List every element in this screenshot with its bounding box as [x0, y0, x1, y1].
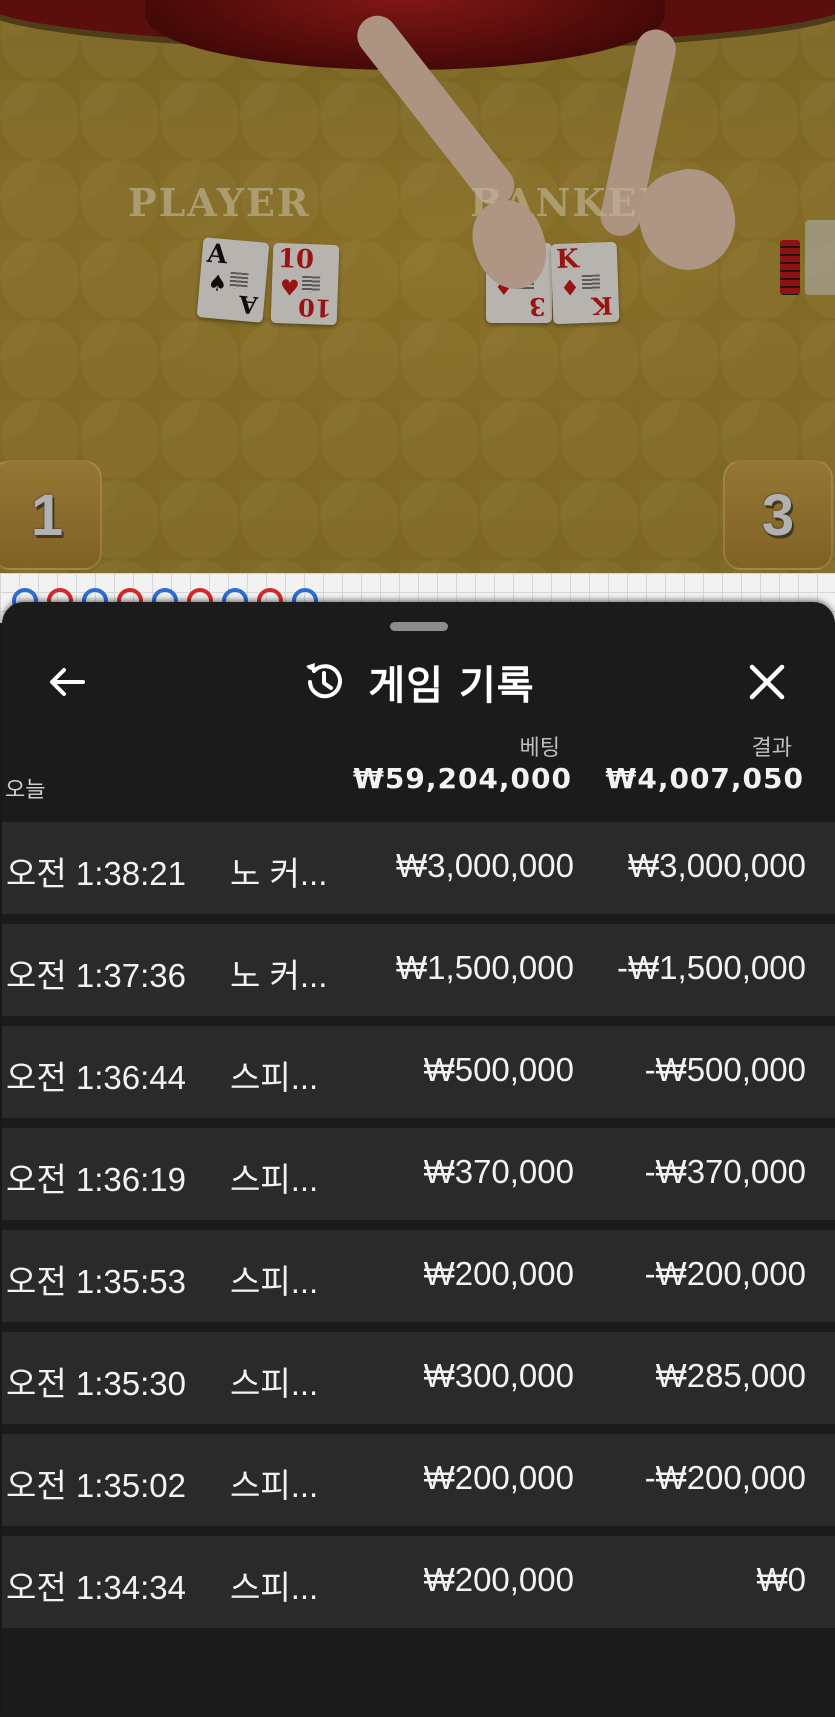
row-result: -₩200,000	[644, 1459, 806, 1496]
banker-card-2: K ♦ K	[550, 241, 620, 325]
row-time: 오전 1:35:30	[6, 1365, 186, 1402]
row-result: -₩200,000	[644, 1255, 806, 1292]
row-game: 스피...	[230, 1569, 319, 1606]
history-row[interactable]: 오전 1:34:34 스피... ₩200,000 ₩0	[2, 1536, 835, 1628]
row-time: 오전 1:38:21	[6, 855, 186, 892]
today-label: 오늘	[5, 778, 46, 803]
today-total-bet: ₩59,204,000	[352, 762, 572, 795]
row-time: 오전 1:35:02	[6, 1467, 186, 1504]
row-game: 스피...	[230, 1263, 319, 1300]
row-game: 스피...	[230, 1365, 319, 1402]
history-clock-icon	[306, 663, 343, 699]
row-time: 오전 1:37:36	[6, 957, 186, 994]
panel-title: 게임 기록	[368, 663, 535, 709]
row-bet: ₩200,000	[423, 1255, 574, 1292]
row-game: 스피...	[230, 1467, 319, 1504]
row-time: 오전 1:35:53	[6, 1263, 186, 1300]
row-time: 오전 1:36:19	[6, 1161, 186, 1198]
history-row[interactable]: 오전 1:35:53 스피... ₩200,000 -₩200,000	[2, 1230, 835, 1322]
seat-number-right: 3	[723, 460, 833, 570]
row-game: 스피...	[230, 1161, 319, 1198]
history-row[interactable]: 오전 1:35:02 스피... ₩200,000 -₩200,000	[2, 1434, 835, 1526]
row-game: 노 커...	[230, 957, 328, 994]
row-bet: ₩200,000	[423, 1459, 574, 1496]
history-row[interactable]: 오전 1:38:21 노 커... ₩3,000,000 ₩3,000,000	[2, 822, 835, 914]
row-result: -₩500,000	[644, 1051, 806, 1088]
row-result: -₩370,000	[644, 1153, 806, 1190]
live-video-stage: PLAYER BANKER A ♠ A 10 ♥ 10 3 ♦ 3 K ♦ K …	[0, 0, 835, 575]
row-result: ₩0	[756, 1561, 807, 1598]
row-time: 오전 1:36:44	[6, 1059, 186, 1096]
row-game: 스피...	[230, 1059, 319, 1096]
row-bet: ₩1,500,000	[396, 949, 574, 986]
game-history-panel: 게임 기록 베팅 결과 오늘 ₩59,204,000 ₩4,007,050 오전…	[2, 602, 835, 1717]
row-bet: ₩300,000	[423, 1357, 574, 1394]
row-bet: ₩3,000,000	[396, 847, 574, 884]
drag-handle[interactable]	[390, 622, 448, 631]
row-bet: ₩370,000	[423, 1153, 574, 1190]
seat-number-left: 1	[0, 460, 102, 570]
row-result: ₩285,000	[655, 1357, 806, 1394]
row-result: ₩3,000,000	[628, 847, 806, 884]
row-bet: ₩200,000	[423, 1561, 574, 1598]
history-row[interactable]: 오전 1:36:44 스피... ₩500,000 -₩500,000	[2, 1026, 835, 1118]
chip-stack	[780, 240, 800, 295]
row-time: 오전 1:34:34	[6, 1569, 186, 1606]
player-card-1: A ♠ A	[196, 237, 270, 323]
today-total-result: ₩4,007,050	[605, 762, 804, 795]
player-label: PLAYER	[128, 180, 311, 225]
row-bet: ₩500,000	[423, 1051, 574, 1088]
history-row[interactable]: 오전 1:36:19 스피... ₩370,000 -₩370,000	[2, 1128, 835, 1220]
panel-header: 게임 기록	[2, 652, 835, 712]
row-result: -₩1,500,000	[617, 949, 806, 986]
history-row[interactable]: 오전 1:35:30 스피... ₩300,000 ₩285,000	[2, 1332, 835, 1424]
close-button[interactable]	[737, 652, 797, 712]
history-row[interactable]: 오전 1:37:36 노 커... ₩1,500,000 -₩1,500,000	[2, 924, 835, 1016]
close-icon	[749, 664, 785, 700]
today-summary-row: 오늘 ₩59,204,000 ₩4,007,050	[2, 762, 835, 803]
player-card-2: 10 ♥ 10	[270, 242, 340, 326]
card-shoe	[805, 220, 835, 295]
row-game: 노 커...	[230, 855, 328, 892]
column-header-result: 결과	[751, 736, 792, 761]
column-header-bet: 베팅	[519, 736, 560, 761]
